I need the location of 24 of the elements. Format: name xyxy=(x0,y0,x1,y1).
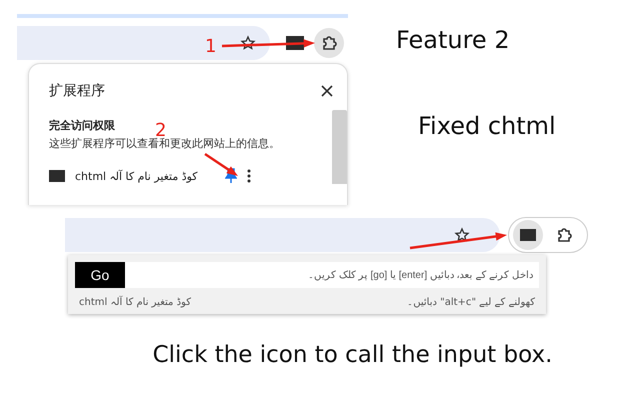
star-icon[interactable] xyxy=(454,227,470,243)
extensions-button[interactable] xyxy=(314,28,344,58)
caption: Fixed chtml xyxy=(418,112,557,140)
close-icon xyxy=(321,85,333,97)
caption: Click the icon to call the input box. xyxy=(152,342,552,368)
close-button[interactable] xyxy=(321,85,333,97)
extension-button[interactable] xyxy=(513,220,543,250)
section-title: 完全访问权限 xyxy=(49,118,115,133)
go-button[interactable]: Go xyxy=(75,262,125,288)
extension-icon xyxy=(49,170,65,182)
scrollbar[interactable] xyxy=(332,110,347,184)
extension-icon xyxy=(520,229,536,241)
extension-title: chtml کوڈ متغیر نام کا آلہ xyxy=(79,296,191,308)
star-icon[interactable] xyxy=(240,35,256,51)
address-bar[interactable] xyxy=(17,26,270,60)
arrow xyxy=(204,152,238,176)
extension-name: chtml کوڈ متغیر نام کا آلہ xyxy=(75,170,199,182)
caption: Feature 2 xyxy=(396,26,511,54)
menu-title: 扩展程序 xyxy=(49,82,105,100)
puzzle-icon xyxy=(556,227,572,243)
more-icon[interactable] xyxy=(247,169,251,183)
step-number: 1 xyxy=(205,36,216,57)
puzzle-icon xyxy=(321,35,337,51)
shortcut-hint: کھولنے کے لیے "alt+c" دبائیں۔ xyxy=(407,296,535,308)
